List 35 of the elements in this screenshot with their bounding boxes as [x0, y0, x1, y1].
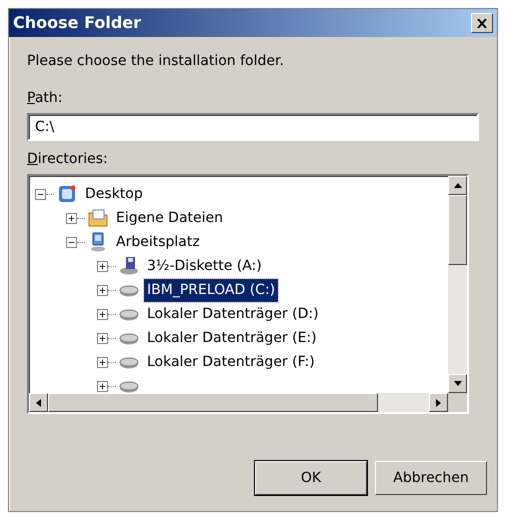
expand-icon[interactable]: [97, 284, 108, 296]
right-arrow-icon: [436, 398, 441, 406]
floppy-drive-icon: [118, 256, 140, 276]
prompt-text: Please choose the installation folder.: [27, 52, 285, 71]
down-arrow-icon: [454, 381, 462, 386]
dialog-button[interactable]: Abbrechen: [375, 461, 487, 495]
dialog-button[interactable]: OK: [255, 461, 367, 495]
scroll-up-button[interactable]: [448, 176, 467, 195]
expand-icon[interactable]: [97, 332, 108, 344]
expand-icon[interactable]: [97, 308, 108, 320]
path-label: Path:: [27, 89, 64, 108]
up-arrow-icon: [454, 183, 462, 188]
path-field[interactable]: C:\: [27, 113, 479, 141]
close-button[interactable]: [471, 13, 493, 33]
collapse-icon[interactable]: [35, 188, 46, 200]
expand-icon[interactable]: [66, 212, 77, 224]
directories-label: Directories:: [27, 150, 109, 169]
scroll-right-button[interactable]: [429, 393, 448, 412]
scroll-thumb[interactable]: [48, 393, 378, 412]
folder-icon: [87, 208, 109, 228]
vertical-scrollbar[interactable]: [448, 176, 467, 393]
left-arrow-icon: [36, 398, 41, 406]
collapse-icon[interactable]: [66, 236, 77, 248]
scroll-left-button[interactable]: [29, 393, 48, 412]
expand-icon[interactable]: [97, 356, 108, 368]
scrollbar-corner: [448, 393, 467, 412]
scroll-down-button[interactable]: [448, 374, 467, 393]
desktop-icon: [56, 184, 78, 204]
window-title: Choose Folder: [13, 12, 142, 34]
expand-icon[interactable]: [97, 260, 108, 272]
horizontal-scrollbar[interactable]: [29, 393, 448, 412]
scroll-thumb[interactable]: [448, 195, 467, 265]
tree-item[interactable]: IBM_PRELOAD (C:): [144, 278, 278, 302]
close-icon: [477, 18, 487, 28]
expand-icon[interactable]: [97, 380, 108, 392]
